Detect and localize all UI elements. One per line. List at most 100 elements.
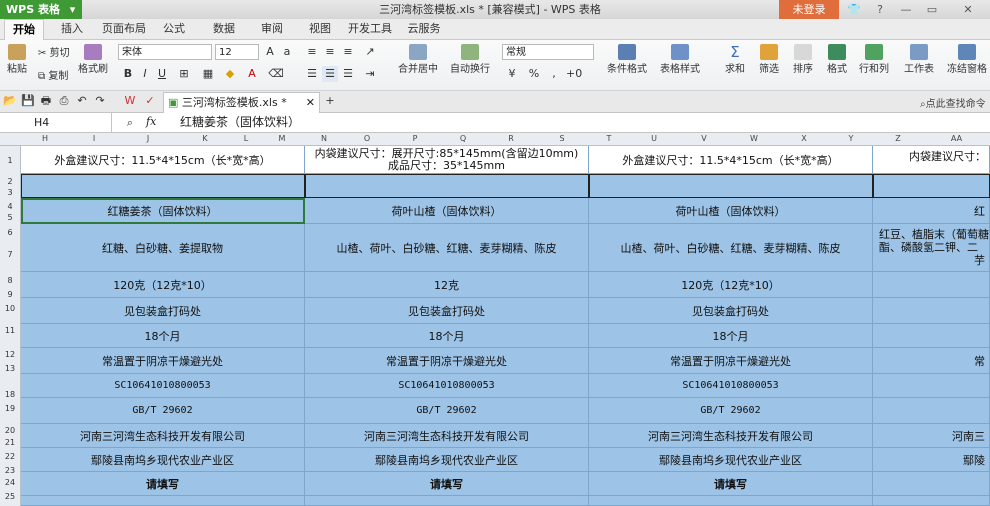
- increase-decimal-icon[interactable]: +0: [566, 66, 582, 82]
- orientation-icon[interactable]: ↗: [362, 44, 378, 60]
- table-style-button[interactable]: 表格样式: [654, 44, 706, 75]
- row-header[interactable]: 6: [0, 228, 20, 237]
- cell[interactable]: GB/T 29602: [589, 398, 873, 424]
- grow-font-icon[interactable]: A: [262, 44, 278, 60]
- column-header[interactable]: M: [259, 133, 305, 145]
- row-header[interactable]: 24: [0, 478, 20, 487]
- cell[interactable]: GB/T 29602: [21, 398, 305, 424]
- print-icon[interactable]: ⎙: [56, 93, 72, 109]
- column-header[interactable]: P: [391, 133, 439, 145]
- fx-icon[interactable]: fx: [146, 115, 156, 128]
- cell[interactable]: 红: [873, 198, 990, 224]
- font-name-select[interactable]: 宋体: [118, 44, 212, 60]
- row-header[interactable]: 21: [0, 438, 20, 447]
- cell[interactable]: 鄢陵县南坞乡现代农业产业区: [21, 448, 305, 472]
- print-preview-icon[interactable]: 🖶: [38, 93, 54, 109]
- app-menu-button[interactable]: WPS 表格 ▾: [0, 0, 82, 19]
- cell[interactable]: [873, 174, 990, 198]
- cell[interactable]: SC10641010800053: [305, 374, 589, 398]
- cell[interactable]: 见包装盒打码处: [21, 298, 305, 324]
- maximize-button[interactable]: ▭: [920, 0, 944, 19]
- row-header[interactable]: 25: [0, 492, 20, 501]
- row-header[interactable]: 5: [0, 213, 20, 222]
- column-header[interactable]: H: [21, 133, 69, 145]
- cell[interactable]: [305, 174, 589, 198]
- minimize-button[interactable]: —: [894, 0, 918, 19]
- align-top-icon[interactable]: ≡: [304, 44, 320, 60]
- cell[interactable]: 18个月: [21, 324, 305, 348]
- align-center-icon[interactable]: ☰: [322, 66, 338, 82]
- cell[interactable]: 鄢陵县南坞乡现代农业产业区: [589, 448, 873, 472]
- cell[interactable]: 常温置于阴凉干燥避光处: [21, 348, 305, 374]
- close-button[interactable]: ✕: [946, 0, 990, 19]
- cell[interactable]: [873, 472, 990, 496]
- align-right-icon[interactable]: ☰: [340, 66, 356, 82]
- row-header[interactable]: 8: [0, 276, 20, 285]
- indent-icon[interactable]: ⇥: [362, 66, 378, 82]
- undo-icon[interactable]: ↶: [74, 93, 90, 109]
- cell[interactable]: 山楂、荷叶、白砂糖、红糖、麦芽糊精、陈皮: [589, 224, 873, 272]
- spreadsheet-grid[interactable]: 外盒建议尺寸：11.5*4*15cm（长*宽*高） 内袋建议尺寸：展开尺寸:85…: [21, 146, 990, 506]
- row-header[interactable]: 13: [0, 364, 20, 373]
- document-tab[interactable]: ▣ 三河湾标签模板.xls * ✕: [163, 92, 320, 113]
- cell[interactable]: [21, 496, 305, 506]
- row-col-button[interactable]: 行和列: [856, 44, 892, 75]
- column-header[interactable]: V: [679, 133, 729, 145]
- align-middle-icon[interactable]: ≡: [322, 44, 338, 60]
- paste-button[interactable]: 粘贴: [4, 44, 30, 75]
- help-icon[interactable]: ?: [868, 0, 892, 19]
- shrink-font-icon[interactable]: a: [279, 44, 295, 60]
- row-header[interactable]: 11: [0, 326, 20, 335]
- row-header[interactable]: 1: [0, 156, 20, 165]
- cell[interactable]: GB/T 29602: [305, 398, 589, 424]
- cell[interactable]: 外盒建议尺寸：11.5*4*15cm（长*宽*高）: [21, 146, 305, 174]
- format-button[interactable]: 格式: [822, 44, 852, 75]
- worksheet-button[interactable]: 工作表: [900, 44, 938, 75]
- close-tab-icon[interactable]: ✕: [306, 93, 315, 113]
- cell[interactable]: 红豆、植脂末（葡萄糖 酯、磷酸氢二钾、二 芋: [873, 224, 990, 272]
- row-header[interactable]: 9: [0, 290, 20, 299]
- row-header[interactable]: 19: [0, 404, 20, 413]
- cell[interactable]: 120克（12克*10）: [589, 272, 873, 298]
- row-header[interactable]: 18: [0, 390, 20, 399]
- cell[interactable]: 见包装盒打码处: [305, 298, 589, 324]
- column-header[interactable]: R: [487, 133, 535, 145]
- row-header[interactable]: 23: [0, 466, 20, 475]
- cell[interactable]: SC10641010800053: [589, 374, 873, 398]
- cell[interactable]: [305, 496, 589, 506]
- cell[interactable]: [589, 496, 873, 506]
- font-color-icon[interactable]: A: [244, 66, 260, 82]
- tab-home[interactable]: 开始: [4, 19, 44, 40]
- cell[interactable]: 山楂、荷叶、白砂糖、红糖、麦芽糊精、陈皮: [305, 224, 589, 272]
- cell[interactable]: 外盒建议尺寸：11.5*4*15cm（长*宽*高）: [589, 146, 873, 174]
- redo-icon[interactable]: ↷: [92, 93, 108, 109]
- sort-button[interactable]: 排序: [788, 44, 818, 75]
- cell[interactable]: 常温置于阴凉干燥避光处: [589, 348, 873, 374]
- row-header[interactable]: 22: [0, 452, 20, 461]
- cell[interactable]: 河南三河湾生态科技开发有限公司: [589, 424, 873, 448]
- cell[interactable]: 12克: [305, 272, 589, 298]
- cell[interactable]: 请填写: [305, 472, 589, 496]
- tab-insert[interactable]: 插入: [52, 19, 92, 39]
- cell[interactable]: 河南三河湾生态科技开发有限公司: [305, 424, 589, 448]
- cell[interactable]: 荷叶山楂（固体饮料）: [305, 198, 589, 224]
- cell[interactable]: 18个月: [589, 324, 873, 348]
- row-header[interactable]: 12: [0, 350, 20, 359]
- wrap-text-button[interactable]: 自动换行: [448, 44, 492, 75]
- currency-icon[interactable]: ¥: [504, 66, 520, 82]
- skin-icon[interactable]: 👕: [842, 0, 866, 19]
- new-tab-icon[interactable]: +: [322, 93, 338, 109]
- merge-center-button[interactable]: 合并居中: [394, 44, 442, 75]
- column-header[interactable]: U: [629, 133, 679, 145]
- cell[interactable]: [873, 324, 990, 348]
- open-icon[interactable]: 📂: [2, 93, 18, 109]
- tab-cloud[interactable]: 云服务: [404, 19, 444, 39]
- row-header[interactable]: 7: [0, 250, 20, 259]
- underline-button[interactable]: U: [154, 66, 170, 82]
- column-header[interactable]: T: [589, 133, 629, 145]
- sum-button[interactable]: Σ 求和: [720, 44, 750, 75]
- freeze-panes-button[interactable]: 冻结窗格: [944, 44, 990, 75]
- cell[interactable]: [873, 496, 990, 506]
- cell[interactable]: [873, 298, 990, 324]
- bold-button[interactable]: B: [120, 66, 136, 82]
